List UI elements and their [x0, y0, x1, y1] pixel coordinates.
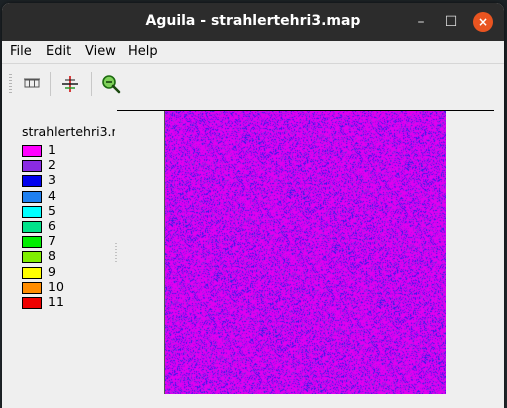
- legend-label: 8: [48, 248, 56, 264]
- menu-help[interactable]: Help: [128, 44, 158, 59]
- legend-swatch: [22, 266, 42, 279]
- legend-swatch: [22, 220, 42, 233]
- legend-label: 6: [48, 217, 56, 233]
- crosshair-icon[interactable]: [59, 73, 81, 95]
- legend-label: 5: [48, 202, 56, 218]
- legend-swatch: [22, 251, 42, 264]
- toolbar-grip-handle[interactable]: [9, 74, 12, 94]
- columns-icon[interactable]: [21, 73, 43, 95]
- legend-swatch: [22, 205, 42, 218]
- minimize-button[interactable]: –: [410, 11, 432, 33]
- legend-swatch: [22, 175, 42, 188]
- legend-label: 10: [48, 278, 64, 294]
- raster-map-view[interactable]: [164, 111, 446, 394]
- legend-swatch: [22, 190, 42, 203]
- panel-splitter-handle[interactable]: [115, 243, 117, 263]
- menu-bar: File Edit View Help: [2, 41, 504, 63]
- toolbar-separator: [50, 72, 51, 96]
- legend-swatch: [22, 236, 42, 249]
- menu-file[interactable]: File: [10, 44, 32, 59]
- close-button[interactable]: ×: [473, 12, 493, 32]
- legend-swatch: [22, 160, 42, 173]
- toolbar-separator: [91, 72, 92, 96]
- app-window: Aguila - strahlertehri3.map – ☐ × File E…: [2, 3, 504, 408]
- legend-label: 3: [48, 172, 56, 188]
- legend-title: strahlertehri3.map: [22, 124, 115, 139]
- title-bar[interactable]: Aguila - strahlertehri3.map – ☐ ×: [2, 3, 504, 41]
- legend-label: 9: [48, 263, 56, 279]
- legend-swatch: [22, 296, 42, 309]
- legend-label: 1: [48, 142, 56, 157]
- menu-view[interactable]: View: [85, 44, 116, 59]
- legend-label: 7: [48, 233, 56, 249]
- legend-label: 11: [48, 293, 64, 309]
- legend-swatch: [22, 145, 42, 157]
- menu-edit[interactable]: Edit: [46, 44, 71, 59]
- maximize-button[interactable]: ☐: [440, 11, 462, 33]
- legend-label: 4: [48, 187, 56, 203]
- toolbar: [2, 64, 504, 102]
- zoom-out-icon[interactable]: [100, 73, 122, 95]
- legend-label: 2: [48, 157, 56, 173]
- legend-swatch: [22, 281, 42, 294]
